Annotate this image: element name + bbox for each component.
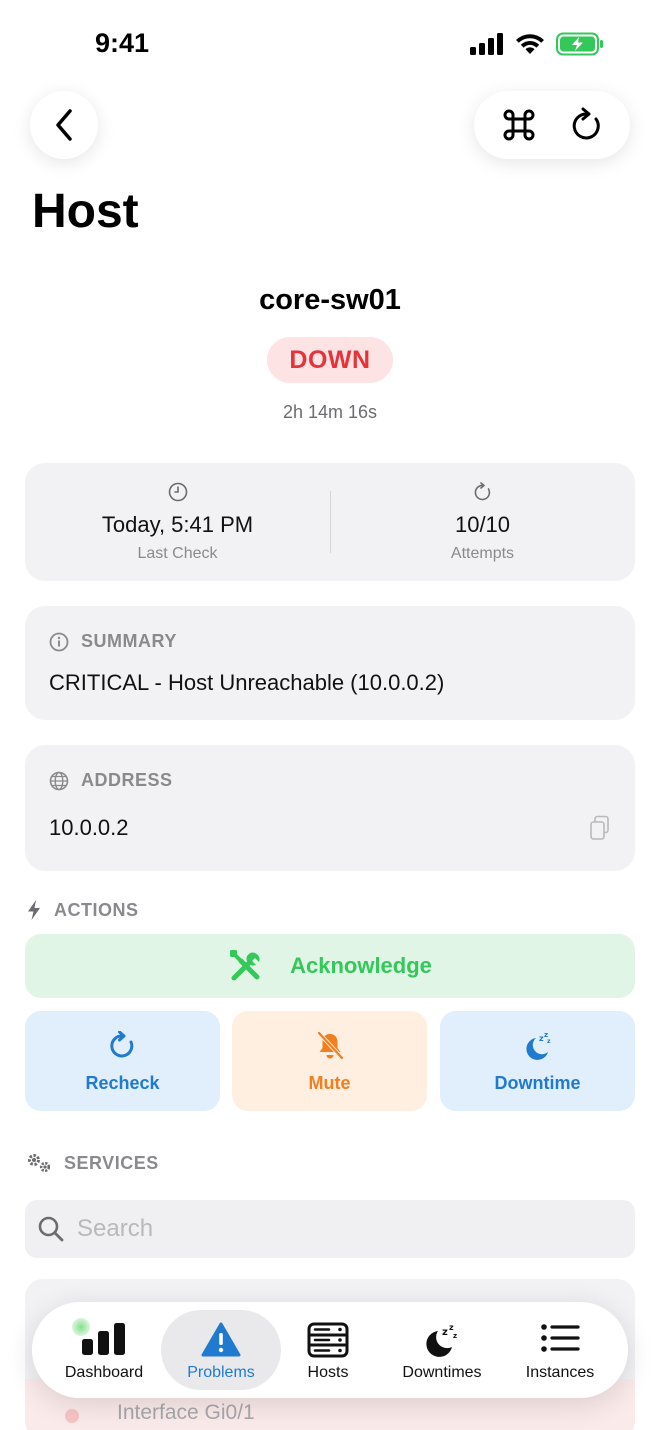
refresh-small-icon xyxy=(474,482,490,501)
globe-icon xyxy=(49,771,69,790)
command-icon xyxy=(503,109,534,141)
host-name: core-sw01 xyxy=(259,284,401,316)
chart-bars-icon xyxy=(82,1323,125,1355)
attempts-label: Attempts xyxy=(450,545,515,562)
command-button[interactable] xyxy=(501,107,537,143)
services-search xyxy=(25,1200,635,1258)
actions-section-label: ACTIONS xyxy=(26,899,139,921)
refresh-icon xyxy=(572,107,600,140)
moon-zzz-icon: z z z xyxy=(426,1323,457,1357)
tab-instances[interactable]: Instances xyxy=(500,1310,620,1390)
acknowledge-label: Acknowledge xyxy=(290,953,432,978)
battery-charging-icon xyxy=(556,32,603,56)
recheck-label: Recheck xyxy=(85,1073,160,1093)
attempts-value: 10/10 xyxy=(454,512,511,537)
copy-icon xyxy=(590,815,609,840)
gears-icon xyxy=(28,1154,51,1173)
last-check-value: Today, 5:41 PM xyxy=(101,512,254,537)
info-icon xyxy=(49,632,69,651)
recheck-icon xyxy=(109,1031,133,1058)
tab-problems[interactable]: Problems xyxy=(161,1310,281,1390)
search-input[interactable] xyxy=(77,1208,617,1250)
search-icon xyxy=(38,1216,64,1242)
list-icon xyxy=(541,1324,580,1352)
tab-hosts[interactable]: Hosts xyxy=(268,1310,388,1390)
attempts-stat: 10/10 Attempts xyxy=(330,463,635,581)
svg-text:z: z xyxy=(449,1323,454,1332)
tab-label: Downtimes xyxy=(402,1364,482,1381)
summary-label: SUMMARY xyxy=(49,631,177,652)
downtime-label: Downtime xyxy=(494,1073,581,1093)
bell-slash-icon xyxy=(316,1031,344,1060)
summary-text: CRITICAL - Host Unreachable (10.0.0.2) xyxy=(49,670,445,695)
tab-bar: Dashboard Problems Hosts z z z Downtimes… xyxy=(32,1302,628,1398)
status-icons xyxy=(470,32,604,56)
copy-button[interactable] xyxy=(589,815,611,846)
tab-label: Hosts xyxy=(307,1364,349,1381)
wrench-screwdriver-icon xyxy=(230,950,260,981)
nav-actions-pill xyxy=(474,91,630,159)
wifi-icon xyxy=(516,34,544,54)
tab-label: Instances xyxy=(525,1364,595,1381)
mute-button[interactable]: Mute xyxy=(232,1011,427,1111)
refresh-button[interactable] xyxy=(570,107,604,143)
svg-text:z: z xyxy=(453,1332,457,1340)
actions-label-text: ACTIONS xyxy=(54,899,139,920)
tab-label: Problems xyxy=(187,1364,255,1381)
service-name: Interface Gi0/1 xyxy=(117,1401,255,1424)
status-time: 9:41 xyxy=(95,28,150,58)
address-label-text: ADDRESS xyxy=(81,770,173,790)
tab-label: Dashboard xyxy=(64,1364,144,1381)
services-section-label: SERVICES xyxy=(26,1152,159,1174)
address-label: ADDRESS xyxy=(49,770,173,791)
check-stats-card: Today, 5:41 PM Last Check 10/10 Attempts xyxy=(25,463,635,581)
downtime-button[interactable]: z z z Downtime xyxy=(440,1011,635,1111)
services-label-text: SERVICES xyxy=(64,1152,159,1173)
acknowledge-button[interactable]: Acknowledge xyxy=(25,934,635,998)
address-value: 10.0.0.2 xyxy=(49,815,129,840)
mute-label: Mute xyxy=(308,1073,351,1093)
tab-downtimes[interactable]: z z z Downtimes xyxy=(382,1310,502,1390)
page-title: Host xyxy=(32,185,139,238)
status-bar: 9:41 xyxy=(0,0,660,90)
chevron-left-icon xyxy=(56,109,72,141)
warning-triangle-icon xyxy=(201,1322,241,1357)
summary-label-text: SUMMARY xyxy=(81,631,177,651)
service-status-icon xyxy=(65,1409,79,1423)
last-check-stat: Today, 5:41 PM Last Check xyxy=(25,463,330,581)
tab-dashboard[interactable]: Dashboard xyxy=(44,1310,164,1390)
clock-icon xyxy=(168,482,187,502)
moon-zzz-icon: z z z xyxy=(525,1031,551,1060)
summary-card: SUMMARY CRITICAL - Host Unreachable (10.… xyxy=(25,606,635,720)
address-card: ADDRESS 10.0.0.2 xyxy=(25,745,635,871)
server-rack-icon xyxy=(307,1322,349,1358)
status-badge: DOWN xyxy=(267,337,393,383)
bolt-icon xyxy=(28,900,40,920)
last-check-label: Last Check xyxy=(137,545,218,562)
cellular-signal-icon xyxy=(470,33,503,55)
recheck-button[interactable]: Recheck xyxy=(25,1011,220,1111)
state-duration: 2h 14m 16s xyxy=(282,402,378,422)
svg-text:z: z xyxy=(547,1038,551,1045)
back-button[interactable] xyxy=(30,91,98,159)
svg-text:z: z xyxy=(442,1327,448,1338)
